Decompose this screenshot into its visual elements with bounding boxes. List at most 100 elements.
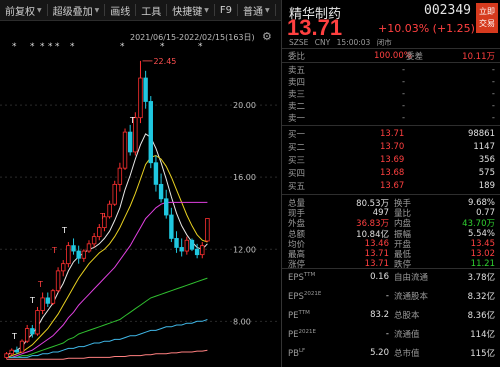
bid-row: 买五 13.67 189 <box>282 180 500 192</box>
date-range-label: 2021/06/15-2022/02/15(163日) <box>130 33 255 42</box>
event-marker[interactable]: * <box>40 42 45 52</box>
bid-level-label: 买五 <box>288 182 306 192</box>
ask-level-label: 卖一 <box>288 114 306 124</box>
candle-body <box>174 238 179 248</box>
session-status: 闭市 <box>376 38 392 47</box>
ask-level-label: 卖五 <box>288 66 306 76</box>
candle-body <box>127 131 133 153</box>
chevron-down-icon: ▼ <box>37 6 42 14</box>
fundamental-label: PBLF <box>288 348 305 359</box>
share-value: 3.78亿 <box>467 273 495 283</box>
time-label: 15:00:03 <box>336 38 371 47</box>
ask-volume: - <box>491 65 495 75</box>
toolbar-draw-button[interactable]: 画线 <box>105 0 135 20</box>
toolbar-f9-label: F9 <box>219 4 232 16</box>
share-value: 114亿 <box>470 330 495 340</box>
divider <box>282 194 500 195</box>
candle-body <box>138 77 143 119</box>
toolbar-draw-label: 画线 <box>110 6 131 18</box>
fundamental-name: PB <box>288 348 299 359</box>
fundamental-label: EPSTTM <box>288 272 315 283</box>
candle-body <box>179 247 184 252</box>
fundamental-label: PETTM <box>288 310 310 321</box>
candle-body <box>76 250 81 259</box>
exchange-label: SZSE <box>289 38 309 47</box>
toolbar-shortcut-button[interactable]: 快捷键 ▼ <box>167 0 214 20</box>
toolbar-mode-label: 普通 <box>243 6 263 18</box>
ask-price: - <box>402 113 406 123</box>
candle-body <box>169 214 174 239</box>
event-marker[interactable]: * <box>198 42 203 52</box>
bid-price: 13.67 <box>380 181 405 191</box>
candle-body <box>205 218 210 242</box>
toolbar-tools-button[interactable]: 工具 <box>136 0 166 20</box>
ask-row: 卖二 - - <box>282 100 500 112</box>
stock-code: 002349 <box>424 3 471 18</box>
chevron-down-icon: ▼ <box>204 6 209 14</box>
candle-body <box>61 263 66 272</box>
candle-body <box>35 310 40 335</box>
fundamental-label: PE2021E <box>288 329 316 340</box>
market-status: SZSE CNY 15:00:03 闭市 <box>289 37 396 48</box>
candle-body <box>184 239 190 252</box>
bid-row: 买二 13.70 1147 <box>282 141 500 153</box>
candle-body <box>55 270 61 292</box>
event-marker[interactable]: * <box>30 42 35 52</box>
share-value: 115亿 <box>470 349 495 359</box>
fundamental-period: TTM <box>303 271 316 278</box>
bid-price: 13.70 <box>380 142 405 152</box>
event-marker[interactable]: * <box>160 42 165 52</box>
candle-body <box>143 77 148 102</box>
share-value: 8.36亿 <box>467 311 495 321</box>
event-marker[interactable]: * <box>48 42 53 52</box>
toolbar-f9-button[interactable]: F9 <box>215 0 237 20</box>
event-marker[interactable]: * <box>12 42 17 52</box>
trade-now-button[interactable]: 立即 交易 <box>476 3 498 33</box>
bid-row: 买三 13.69 356 <box>282 154 500 166</box>
toolbar-overlay-button[interactable]: 超级叠加 ▼ <box>48 0 105 20</box>
kline-chart-panel[interactable]: 20.00 16.00 12.00 8.00 22.45 * * * * * * * * * T T T T T T T… <box>0 21 280 367</box>
divider <box>282 48 500 49</box>
share-label: 流通值 <box>394 330 420 340</box>
fundamental-name: EPS <box>288 291 304 302</box>
bid-price: 13.69 <box>380 155 405 165</box>
ask-volume: - <box>491 113 495 123</box>
candle-body <box>97 227 102 238</box>
candle-body <box>9 349 14 355</box>
trade-signal-marker: T <box>129 116 135 125</box>
gear-icon[interactable]: ⚙ <box>262 30 272 43</box>
candle-body <box>200 245 205 256</box>
fundamental-period: 2021E <box>303 290 322 297</box>
share-label: 自由流通 <box>394 273 429 283</box>
fundamental-value: 83.2 <box>370 310 389 320</box>
fundamental-row: PETTM 83.2 总股本 8.36亿 <box>282 309 500 321</box>
event-marker[interactable]: * <box>120 42 125 52</box>
ask-volume: - <box>491 77 495 87</box>
ask-volume: - <box>491 89 495 99</box>
bid-row: 买一 13.71 98861 <box>282 128 500 140</box>
chevron-down-icon: ▼ <box>265 6 270 14</box>
price-tick-label: 12.00 <box>233 245 256 254</box>
fundamental-name: PE <box>288 310 299 321</box>
bid-level-label: 买三 <box>288 156 306 166</box>
toolbar-mode-button[interactable]: 普通 ▼ <box>238 0 275 20</box>
fundamental-value: - <box>385 329 389 339</box>
fundamental-row: EPS2021E - 流通股本 8.32亿 <box>282 290 500 302</box>
ask-level-label: 卖四 <box>288 78 306 88</box>
candle-body <box>14 349 20 353</box>
kline-chart[interactable]: 20.0016.0012.008.0022.45* * * * * * * * *TTTTTTT <box>0 21 280 367</box>
weicha-value: 10.11万 <box>462 52 495 62</box>
candle-body <box>164 198 169 216</box>
event-marker[interactable]: * <box>70 42 75 52</box>
price-change: +10.03% (+1.25) <box>378 22 475 35</box>
event-marker[interactable]: * <box>55 42 60 52</box>
share-label: 流通股本 <box>394 292 429 302</box>
candle-body <box>189 239 195 250</box>
max-price-label: 22.45 <box>153 57 176 66</box>
ask-row: 卖五 - - <box>282 64 500 76</box>
fundamental-row: EPSTTM 0.16 自由流通 3.78亿 <box>282 271 500 283</box>
ask-price: - <box>402 89 406 99</box>
quote-panel: 精华制药 002349 13.71 +10.03% (+1.25) 立即 交易 … <box>281 0 500 367</box>
toolbar-overlay-label: 超级叠加 <box>52 6 93 18</box>
toolbar-adjust-button[interactable]: 前复权 ▼ <box>0 0 47 20</box>
